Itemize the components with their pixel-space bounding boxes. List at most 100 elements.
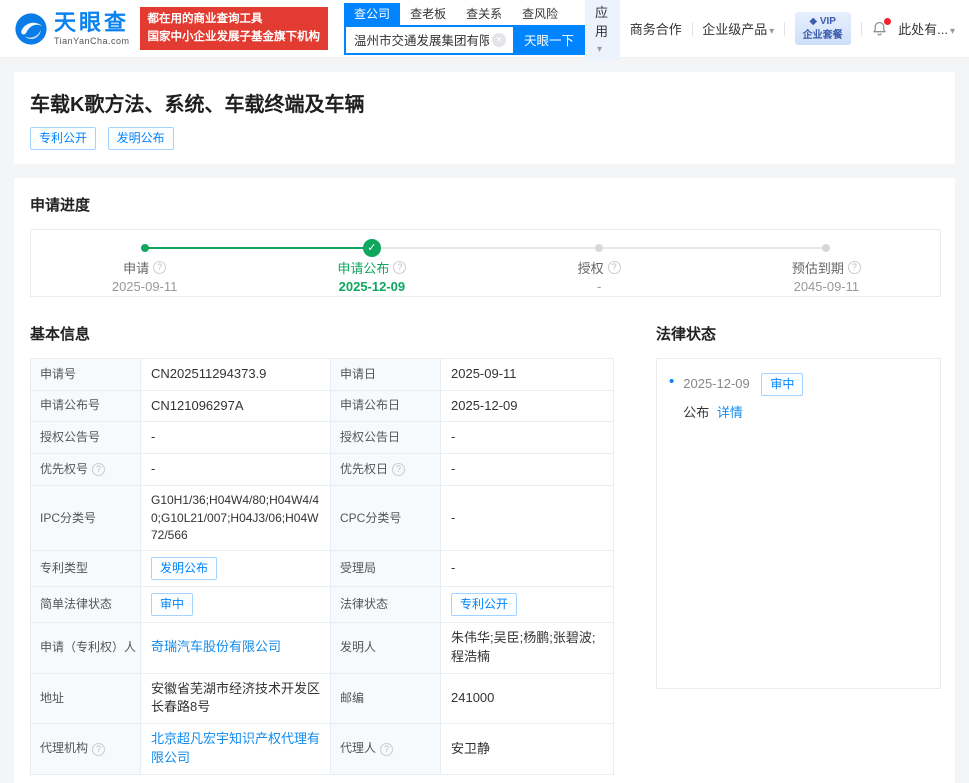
help-icon[interactable]: ? xyxy=(380,743,393,756)
basic-info-section: 基本信息 申请号 CN202511294373.9 申请日 2025-09-11… xyxy=(30,323,614,775)
nav-apps-label: 应用 xyxy=(595,5,608,39)
header-nav: 应用▾ 商务合作 企业级产品▾ ◆ VIP 企业套餐 此处有...▾ xyxy=(585,0,955,61)
agent-name: 安卫静 xyxy=(441,724,613,774)
table-row: 优先权号? - 优先权日? - xyxy=(31,454,613,486)
agency-link[interactable]: 北京超凡宏宇知识产权代理有限公司 xyxy=(151,730,320,768)
vip-package-label: 企业套餐 xyxy=(803,29,843,43)
basic-info-table: 申请号 CN202511294373.9 申请日 2025-09-11 申请公布… xyxy=(30,358,614,775)
search-tab-relation[interactable]: 查关系 xyxy=(456,3,512,25)
help-icon[interactable]: ? xyxy=(92,463,105,476)
row-label: 授权公告日 xyxy=(331,422,441,453)
tag-patent-public: 专利公开 xyxy=(30,127,96,150)
row-label: 申请日 xyxy=(331,359,441,390)
logo-text: 天眼查 TianYanCha.com xyxy=(54,12,130,46)
receiving-office: - xyxy=(441,551,613,586)
legal-status-tag: 专利公开 xyxy=(451,593,517,616)
search-tab-risk[interactable]: 查风险 xyxy=(512,3,568,25)
nav-apps[interactable]: 应用 ▾ xyxy=(585,0,620,61)
application-timeline: 申请 ? 2025-09-11 ✓ 申请公布 ? 2025-12-09 授权 ?… xyxy=(30,229,941,297)
application-date: 2025-09-11 xyxy=(441,359,613,390)
address: 安徽省芜湖市经济技术开发区长春路8号 xyxy=(141,674,331,724)
search-module: 查公司 查老板 查关系 查风险 × 天眼一下 xyxy=(344,3,585,55)
timeline-check-icon: ✓ xyxy=(363,239,381,257)
vip-package-badge[interactable]: ◆ VIP 企业套餐 xyxy=(795,12,851,45)
priority-number: - xyxy=(141,454,331,485)
section-heading-basic-info: 基本信息 xyxy=(30,323,614,344)
row-label: 优先权日? xyxy=(331,454,441,485)
tianyancha-logo[interactable]: 天眼查 TianYanCha.com xyxy=(14,12,130,46)
table-row: 授权公告号 - 授权公告日 - xyxy=(31,422,613,454)
application-number: CN202511294373.9 xyxy=(141,359,331,390)
publication-number: CN121096297A xyxy=(141,391,331,422)
chevron-down-icon: ▾ xyxy=(597,44,602,55)
nav-business-cooperation[interactable]: 商务合作 xyxy=(630,19,682,38)
help-icon[interactable]: ? xyxy=(848,261,861,274)
timeline-step-expiry: 预估到期 ? 2045-09-11 xyxy=(713,230,940,296)
row-label: 申请（专利权）人 xyxy=(31,623,141,673)
timeline-step-apply: 申请 ? 2025-09-11 xyxy=(31,230,258,296)
step-label: 授权 xyxy=(578,258,604,277)
table-row: 申请（专利权）人 奇瑞汽车股份有限公司 发明人 朱伟华;吴臣;杨鹏;张碧波;程浩… xyxy=(31,623,613,674)
simple-legal-status-tag: 审中 xyxy=(151,593,193,616)
help-icon[interactable]: ? xyxy=(92,743,105,756)
publication-date: 2025-12-09 xyxy=(441,391,613,422)
legal-status-item-tag: 审中 xyxy=(761,373,803,396)
legal-status-detail-link[interactable]: 详情 xyxy=(717,405,743,420)
help-icon[interactable]: ? xyxy=(393,261,406,274)
row-label: CPC分类号 xyxy=(331,486,441,550)
legal-status-item: • 2025-12-09 审中 公布 详情 xyxy=(669,373,928,421)
table-row: 申请号 CN202511294373.9 申请日 2025-09-11 xyxy=(31,359,613,391)
section-heading-legal-status: 法律状态 xyxy=(656,323,941,344)
notification-bell[interactable] xyxy=(871,20,888,37)
row-label-text: 代理人 xyxy=(340,740,376,757)
search-tab-company[interactable]: 查公司 xyxy=(344,3,400,25)
inventors: 朱伟华;吴臣;杨鹏;张碧波;程浩楠 xyxy=(441,623,613,673)
timeline-dot-pending xyxy=(595,244,603,252)
postal-code: 241000 xyxy=(441,674,613,724)
top-header: 天眼查 TianYanCha.com 都在用的商业查询工具 国家中小企业发展子基… xyxy=(0,0,969,58)
help-icon[interactable]: ? xyxy=(392,463,405,476)
row-label: 申请号 xyxy=(31,359,141,390)
legal-status-action: 公布 xyxy=(683,405,709,420)
step-date: 2025-09-11 xyxy=(31,279,258,294)
page-title: 车载K歌方法、系统、车载终端及车辆 xyxy=(30,88,939,117)
table-row: IPC分类号 G10H1/36;H04W4/80;H04W4/40;G10L21… xyxy=(31,486,613,551)
help-icon[interactable]: ? xyxy=(608,261,621,274)
search-input[interactable] xyxy=(344,25,513,55)
table-row: 代理机构? 北京超凡宏宇知识产权代理有限公司 代理人? 安卫静 xyxy=(31,724,613,775)
user-menu-label: 此处有... xyxy=(898,22,948,37)
grant-date: - xyxy=(441,422,613,453)
help-icon[interactable]: ? xyxy=(153,261,166,274)
table-row: 地址 安徽省芜湖市经济技术开发区长春路8号 邮编 241000 xyxy=(31,674,613,725)
step-date: 2045-09-11 xyxy=(713,279,940,294)
applicant-link[interactable]: 奇瑞汽车股份有限公司 xyxy=(151,638,281,657)
nav-enterprise-label: 企业级产品 xyxy=(702,22,767,37)
cpc-classification: - xyxy=(441,486,613,550)
search-tab-boss[interactable]: 查老板 xyxy=(400,3,456,25)
simple-legal-status: 审中 xyxy=(141,587,331,622)
clear-icon[interactable]: × xyxy=(492,33,506,47)
row-label-text: 优先权日 xyxy=(340,461,388,478)
logo-cn: 天眼查 xyxy=(54,12,130,34)
nav-enterprise-products[interactable]: 企业级产品▾ xyxy=(702,19,774,38)
row-label: 地址 xyxy=(31,674,141,724)
agency-cell: 北京超凡宏宇知识产权代理有限公司 xyxy=(141,724,331,774)
search-button[interactable]: 天眼一下 xyxy=(513,25,585,55)
ipc-classification: G10H1/36;H04W4/80;H04W4/40;G10L21/007;H0… xyxy=(141,486,331,550)
row-label-text: 优先权号 xyxy=(40,461,88,478)
legal-status-date: 2025-12-09 xyxy=(683,376,750,391)
row-label: 优先权号? xyxy=(31,454,141,485)
step-date: - xyxy=(486,279,713,294)
patent-type-tag: 发明公布 xyxy=(151,557,217,580)
patent-type: 发明公布 xyxy=(141,551,331,586)
chevron-down-icon: ▾ xyxy=(950,26,955,37)
table-row: 专利类型 发明公布 受理局 - xyxy=(31,551,613,587)
applicant-cell: 奇瑞汽车股份有限公司 xyxy=(141,623,331,673)
row-label: IPC分类号 xyxy=(31,486,141,550)
chevron-down-icon: ▾ xyxy=(769,26,774,37)
timeline-dot-done xyxy=(141,244,149,252)
step-label: 申请 xyxy=(123,258,149,277)
row-label: 申请公布号 xyxy=(31,391,141,422)
user-menu[interactable]: 此处有...▾ xyxy=(898,19,955,38)
grant-number: - xyxy=(141,422,331,453)
